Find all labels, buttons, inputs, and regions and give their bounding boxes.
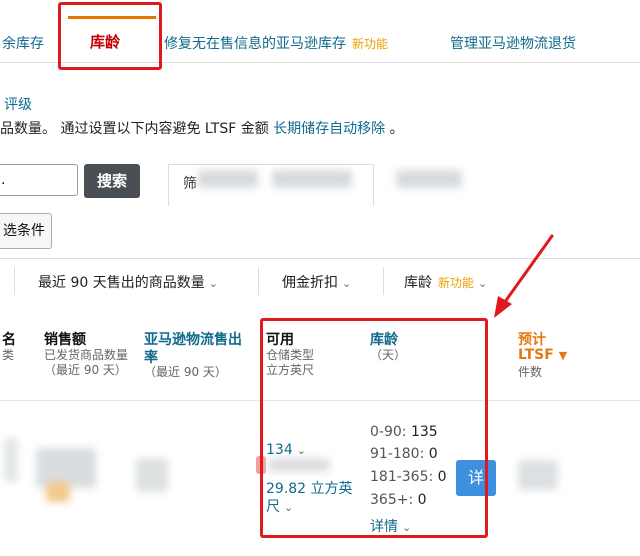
age-range-label: 365+: (370, 492, 414, 508)
blurred-text (518, 460, 558, 490)
blurred-text (396, 170, 462, 188)
new-feature-badge: 新功能 (352, 37, 389, 51)
tab-label: 余库存 (2, 36, 44, 52)
blurred-text (268, 458, 330, 472)
tab-label: 管理亚马逊物流退货 (450, 36, 576, 52)
column-subheader-days: （天） (370, 348, 407, 362)
tab-surplus-inventory[interactable]: 余库存 (2, 33, 44, 53)
column-header-available[interactable]: 可用 (266, 329, 294, 349)
column-header-inventory-age[interactable]: 库龄 (370, 329, 398, 349)
column-header-ltsf-line2[interactable]: LTSF ▼ (518, 347, 567, 363)
column-subheader-name: 类 (2, 348, 15, 362)
chevron-down-icon: ⌄ (208, 277, 218, 290)
column-subheader-storage-type: 仓储类型 (266, 348, 315, 362)
auto-removal-link[interactable]: 长期储存自动移除 (273, 121, 385, 137)
age-range-value: 0 (437, 469, 447, 485)
description-text: 品数量。 通过设置以下内容避免 LTSF 金额 长期储存自动移除 。 (0, 118, 404, 138)
age-range-label: 181-365: (370, 469, 434, 485)
blurred-text (136, 458, 168, 492)
column-separator (258, 267, 259, 295)
column-header-sell-through-line2[interactable]: 率 (144, 347, 158, 367)
description-prefix: 品数量。 通过设置以下内容避免 LTSF 金额 (0, 121, 269, 137)
blurred-text (4, 438, 18, 482)
detail-button[interactable]: 详 (456, 460, 496, 496)
blurred-image (46, 482, 70, 502)
tab-bar: 余库存 库龄 修复无在售信息的亚马逊库存 新功能 管理亚马逊物流退货 (0, 0, 640, 74)
age-range-value: 0 (428, 446, 438, 462)
column-subheader-sales: 已发货商品数量 (44, 348, 129, 362)
sort-desc-icon: ▼ (558, 349, 568, 362)
chevron-down-icon: ⌄ (402, 521, 412, 534)
column-header-est-ltsf[interactable]: 预计 (518, 329, 546, 349)
chevron-down-icon: ⌄ (296, 444, 306, 457)
column-dropdown-fee-discount[interactable]: 佣金折扣 ⌄ (282, 272, 351, 292)
column-dropdown-units-sold[interactable]: 最近 90 天售出的商品数量 ⌄ (38, 272, 218, 292)
tab-label: 库龄 (90, 33, 121, 51)
age-range-91-180: 91-180: 0 (370, 446, 438, 462)
column-subheader-units: 件数 (518, 365, 543, 379)
tab-divider (0, 62, 640, 63)
column-separator (383, 267, 384, 295)
tab-inventory-age[interactable]: 库龄 (68, 16, 156, 66)
filter-tab-label: 筛 (183, 176, 197, 192)
tab-manage-fba-returns[interactable]: 管理亚马逊物流退货 (450, 33, 576, 53)
blurred-text (272, 170, 352, 188)
column-dropdown-label: 最近 90 天售出的商品数量 (38, 275, 205, 291)
chevron-down-icon: ⌄ (284, 501, 294, 514)
filter-conditions-button[interactable]: 选条件 (0, 213, 52, 249)
available-units-value: 134 (266, 442, 293, 458)
column-dropdown-inventory-age[interactable]: 库龄 新功能 ⌄ (404, 272, 487, 292)
available-units-dropdown[interactable]: 134 ⌄ (266, 442, 306, 458)
annotation-arrow-icon (494, 234, 554, 318)
column-header-sell-through[interactable]: 亚马逊物流售出 (144, 329, 242, 349)
rating-link[interactable]: 评级 (4, 94, 32, 114)
search-input[interactable]: . (0, 164, 78, 196)
new-feature-badge: 新功能 (438, 276, 475, 290)
volume-value[interactable]: 29.82 立方英 (266, 478, 353, 498)
column-separator (14, 267, 15, 295)
age-range-label: 91-180: (370, 446, 425, 462)
age-range-365-plus: 365+: 0 (370, 492, 427, 508)
chevron-down-icon: ⌄ (342, 277, 352, 290)
tab-label: 修复无在售信息的亚马逊库存 (164, 36, 346, 52)
search-button[interactable]: 搜索 (84, 164, 140, 198)
volume-dropdown[interactable]: 尺 ⌄ (266, 496, 293, 516)
details-dropdown[interactable]: 详情 ⌄ (370, 516, 411, 536)
age-range-label: 0-90: (370, 424, 407, 440)
ltsf-label: LTSF (518, 347, 554, 363)
description-suffix: 。 (389, 121, 404, 137)
column-subheader-cubic-feet: 立方英尺 (266, 363, 315, 377)
column-dropdown-label: 佣金折扣 (282, 275, 338, 291)
age-range-value: 0 (417, 492, 427, 508)
column-subheader-sales-period: （最近 90 天） (44, 363, 127, 377)
details-label: 详情 (370, 519, 398, 535)
tab-fix-stranded-inventory[interactable]: 修复无在售信息的亚马逊库存 新功能 (164, 33, 388, 53)
column-subheader-sell-through: （最近 90 天） (144, 365, 227, 379)
column-dropdown-label: 库龄 (404, 275, 432, 291)
blurred-text (198, 170, 258, 188)
age-range-value: 135 (410, 424, 438, 440)
age-range-181-365: 181-365: 0 (370, 469, 447, 485)
status-marker (256, 456, 266, 474)
column-header-sales[interactable]: 销售额 (44, 329, 86, 349)
column-header-name[interactable]: 名 (2, 329, 16, 349)
volume-unit: 尺 (266, 499, 280, 515)
age-range-0-90: 0-90: 135 (370, 424, 438, 440)
